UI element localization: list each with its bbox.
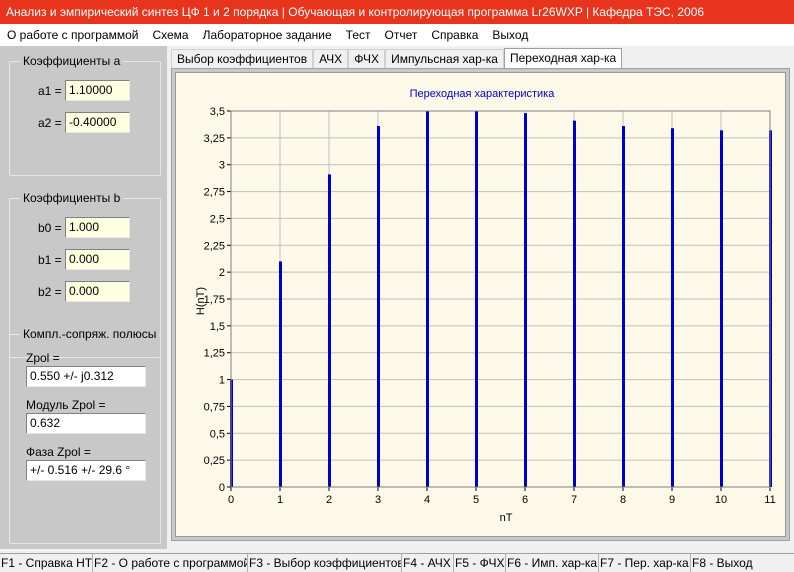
data-bar [720, 130, 723, 487]
y-tick-label: 0 [219, 482, 225, 494]
phase-field[interactable]: +/- 0.516 +/- 29.6 ° [26, 460, 146, 481]
fkey-f7-step[interactable]: F7 - Пер. хар-ка [599, 554, 691, 572]
x-tick-label: 2 [326, 494, 332, 506]
fkey-f6-impulse[interactable]: F6 - Имп. хар-ка [506, 554, 599, 572]
chart-panel: 0 0,25 0,5 0,75 1 1,25 1,5 1,75 2 2,25 2,5 2,75 3 3,2… [171, 68, 790, 541]
b1-field[interactable]: 0.000 [65, 249, 130, 270]
y-tick-label: 3 [219, 160, 225, 172]
a1-label: a1 = [38, 84, 62, 98]
tab-amplitude-response[interactable]: АЧХ [313, 49, 349, 68]
y-tick-label: 2,5 [210, 213, 225, 225]
b0-label: b0 = [38, 221, 62, 235]
y-tick-label: 2,75 [204, 187, 225, 199]
data-bar [377, 126, 380, 487]
menu-lab-task[interactable]: Лабораторное задание [196, 24, 339, 46]
x-tick-label: 3 [375, 494, 381, 506]
x-tick-label: 7 [571, 494, 577, 506]
coeffs-a-group: Коэффициенты a a1 = 1.10000 a2 = -0.4000… [9, 54, 161, 176]
data-bar [279, 261, 282, 487]
data-bar [622, 126, 625, 487]
coeffs-b-title: Коэффициенты b [20, 191, 124, 205]
y-tick-label: 1,25 [204, 348, 225, 360]
x-tick-label: 5 [473, 494, 479, 506]
x-tick-label: 4 [424, 494, 430, 506]
x-tick-label: 8 [620, 494, 626, 506]
menu-scheme[interactable]: Схема [145, 24, 195, 46]
function-key-bar: F1 - Справка HTML F2 - О работе с програ… [0, 553, 794, 572]
modulus-label: Модуль Zpol = [26, 398, 106, 412]
data-bar [475, 111, 478, 487]
y-tick-label: 1,5 [210, 321, 225, 333]
menu-exit[interactable]: Выход [485, 24, 535, 46]
y-tick-label: 1 [219, 375, 225, 387]
a2-field[interactable]: -0.40000 [65, 112, 130, 133]
menu-bar: О работе с программой Схема Лабораторное… [0, 24, 794, 46]
tab-impulse-response[interactable]: Импульсная хар-ка [385, 49, 504, 68]
fkey-f5-phase[interactable]: F5 - ФЧХ [454, 554, 506, 572]
tab-strip: Выбор коэффициентов АЧХ ФЧХ Импульсная х… [171, 48, 623, 68]
tab-coefficients[interactable]: Выбор коэффициентов [171, 49, 314, 68]
b0-field[interactable]: 1.000 [65, 217, 130, 238]
y-tick-label: 2 [219, 267, 225, 279]
data-bar [524, 113, 527, 488]
coefficients-panel: Коэффициенты a a1 = 1.10000 a2 = -0.4000… [0, 46, 167, 549]
fkey-f1-help[interactable]: F1 - Справка HTML [0, 554, 93, 572]
x-tick-label: 11 [764, 494, 775, 506]
menu-test[interactable]: Тест [339, 24, 378, 46]
coeffs-a-title: Коэффициенты a [20, 54, 124, 68]
y-tick-label: 0,75 [204, 401, 225, 413]
poles-group: Компл.-сопряж. полюсы Zpol = 0.550 +/- j… [9, 327, 161, 544]
fkey-f2-about[interactable]: F2 - О работе с программой [93, 554, 248, 572]
y-axis-label: H(nT) [195, 287, 207, 315]
a2-label: a2 = [38, 116, 62, 130]
fkey-f8-exit[interactable]: F8 - Выход [691, 554, 794, 572]
y-tick-label: 3,25 [204, 133, 225, 145]
x-tick-label: 9 [669, 494, 675, 506]
poles-title: Компл.-сопряж. полюсы [20, 327, 160, 341]
tab-step-response[interactable]: Переходная хар-ка [503, 48, 623, 68]
y-tick-label: 0,25 [204, 455, 225, 467]
data-bar [573, 120, 576, 487]
phase-label: Фаза Zpol = [26, 445, 91, 459]
b2-field[interactable]: 0.000 [65, 281, 130, 302]
zpol-field[interactable]: 0.550 +/- j0.312 [26, 366, 146, 387]
a1-field[interactable]: 1.10000 [65, 80, 130, 101]
fkey-f3-coefficients[interactable]: F3 - Выбор коэффициентов [248, 554, 402, 572]
y-tick-label: 2,25 [204, 240, 225, 252]
menu-report[interactable]: Отчет [377, 24, 424, 46]
menu-about[interactable]: О работе с программой [0, 24, 145, 46]
y-tick-label: 0,5 [210, 428, 225, 440]
data-bar [328, 174, 331, 487]
fkey-f4-amplitude[interactable]: F4 - АЧХ [402, 554, 454, 572]
x-tick-label: 6 [522, 494, 528, 506]
data-bar [426, 111, 429, 487]
y-tick-label: 3,5 [210, 106, 225, 118]
x-tick-label: 10 [715, 494, 727, 506]
tab-phase-response[interactable]: ФЧХ [348, 49, 386, 68]
zpol-label: Zpol = [26, 351, 60, 365]
x-tick-label: 1 [277, 494, 283, 506]
menu-help[interactable]: Справка [424, 24, 485, 46]
data-bar [671, 128, 674, 487]
x-axis-label: nT [500, 512, 513, 524]
x-tick-label: 0 [228, 494, 234, 506]
modulus-field[interactable]: 0.632 [26, 413, 146, 434]
chart-title: Переходная характеристика [410, 88, 556, 100]
b2-label: b2 = [38, 285, 62, 299]
chart-area: 0 0,25 0,5 0,75 1 1,25 1,5 1,75 2 2,25 2,5 2,75 3 3,2… [175, 72, 786, 537]
window-title: Анализ и эмпирический синтез ЦФ 1 и 2 по… [0, 0, 794, 24]
step-response-chart: 00,250,50,7511,251,51,7522,252,52,7533,2… [195, 88, 776, 524]
b1-label: b1 = [38, 253, 62, 267]
